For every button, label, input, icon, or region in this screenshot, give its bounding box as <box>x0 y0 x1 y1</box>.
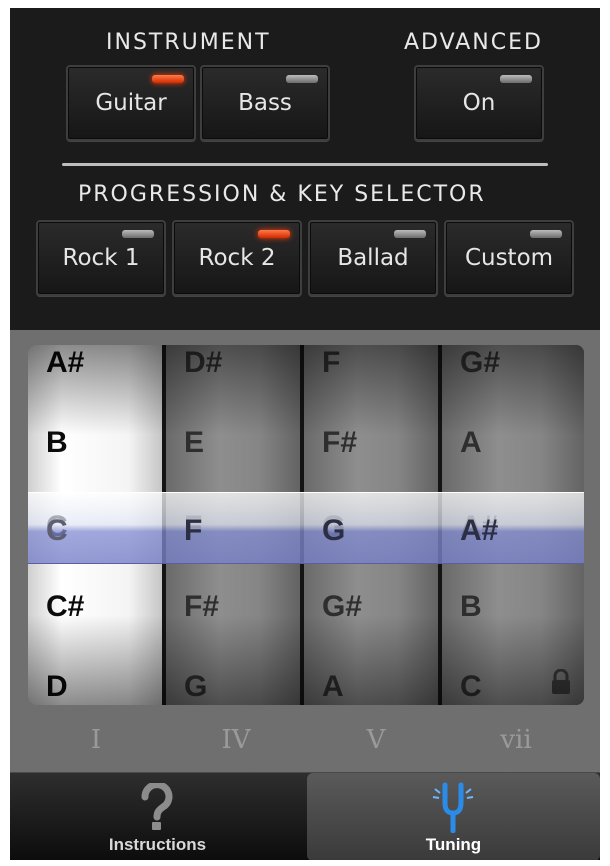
rock-1-button[interactable]: Rock 1 <box>36 220 166 296</box>
picker-note: A <box>460 426 482 459</box>
key-picker: A# B C C# D D# E F F# G F F# G G# A <box>28 345 584 705</box>
guitar-button-label: Guitar <box>95 90 167 116</box>
indicator-led <box>122 230 154 238</box>
picker-note: G# <box>460 346 501 379</box>
selected-note-i: C <box>46 514 68 547</box>
indicator-led <box>286 75 318 83</box>
rock-2-button[interactable]: Rock 2 <box>172 220 302 296</box>
settings-panel: INSTRUMENT ADVANCED Guitar Bass On PROGR… <box>10 8 600 330</box>
instrument-header: INSTRUMENT <box>106 30 271 55</box>
progression-header: PROGRESSION & KEY SELECTOR <box>78 182 486 207</box>
ballad-label: Ballad <box>337 245 409 271</box>
picker-note: A <box>322 670 344 703</box>
lock-icon[interactable] <box>550 669 572 695</box>
picker-note: F <box>322 346 341 379</box>
picker-note: G <box>184 670 208 703</box>
tab-instructions[interactable]: Instructions <box>10 773 305 860</box>
custom-button[interactable]: Custom <box>444 220 574 296</box>
indicator-led <box>500 75 532 83</box>
custom-label: Custom <box>464 245 554 271</box>
selected-indicator-led <box>152 75 184 83</box>
selection-band <box>28 492 584 564</box>
picker-note: A# <box>46 346 85 379</box>
section-divider <box>62 163 548 166</box>
advanced-on-button[interactable]: On <box>414 65 544 141</box>
degree-label-vii: vii <box>500 725 532 755</box>
picker-note: D <box>46 670 68 703</box>
bass-button-label: Bass <box>238 90 292 116</box>
rock-1-label: Rock 1 <box>62 245 140 271</box>
advanced-header: ADVANCED <box>404 30 543 55</box>
degree-label-i: I <box>90 725 102 755</box>
guitar-button[interactable]: Guitar <box>66 65 196 141</box>
picker-note: G# <box>322 590 363 623</box>
picker-note: D# <box>184 346 223 379</box>
rock-2-label: Rock 2 <box>198 245 276 271</box>
tuning-fork-icon <box>432 782 474 833</box>
degree-label-v: V <box>366 725 386 755</box>
selected-indicator-led <box>258 230 290 238</box>
picker-note: B <box>460 590 482 623</box>
picker-note: C <box>460 670 482 703</box>
picker-note: C# <box>46 590 85 623</box>
tab-tuning[interactable]: Tuning <box>307 773 600 860</box>
ballad-button[interactable]: Ballad <box>308 220 438 296</box>
picker-note: B <box>46 426 68 459</box>
question-mark-icon <box>141 783 173 830</box>
picker-note: F# <box>322 426 358 459</box>
app-window: INSTRUMENT ADVANCED Guitar Bass On PROGR… <box>10 8 600 860</box>
bass-button[interactable]: Bass <box>200 65 330 141</box>
selected-note-iv: F <box>184 514 203 547</box>
selected-note-vii: A# <box>460 514 499 547</box>
key-picker-area: A# B C C# D D# E F F# G F F# G G# A <box>10 330 600 772</box>
indicator-led <box>394 230 426 238</box>
tab-label: Tuning <box>425 835 482 854</box>
degree-label-iv: IV <box>221 725 251 755</box>
tab-bar: Instructions Tuning <box>10 772 600 860</box>
selected-note-v: G <box>322 514 346 547</box>
picker-note: E <box>184 426 205 459</box>
tab-label: Instructions <box>108 835 207 854</box>
advanced-button-label: On <box>462 90 496 116</box>
indicator-led <box>530 230 562 238</box>
picker-note: F# <box>184 590 220 623</box>
